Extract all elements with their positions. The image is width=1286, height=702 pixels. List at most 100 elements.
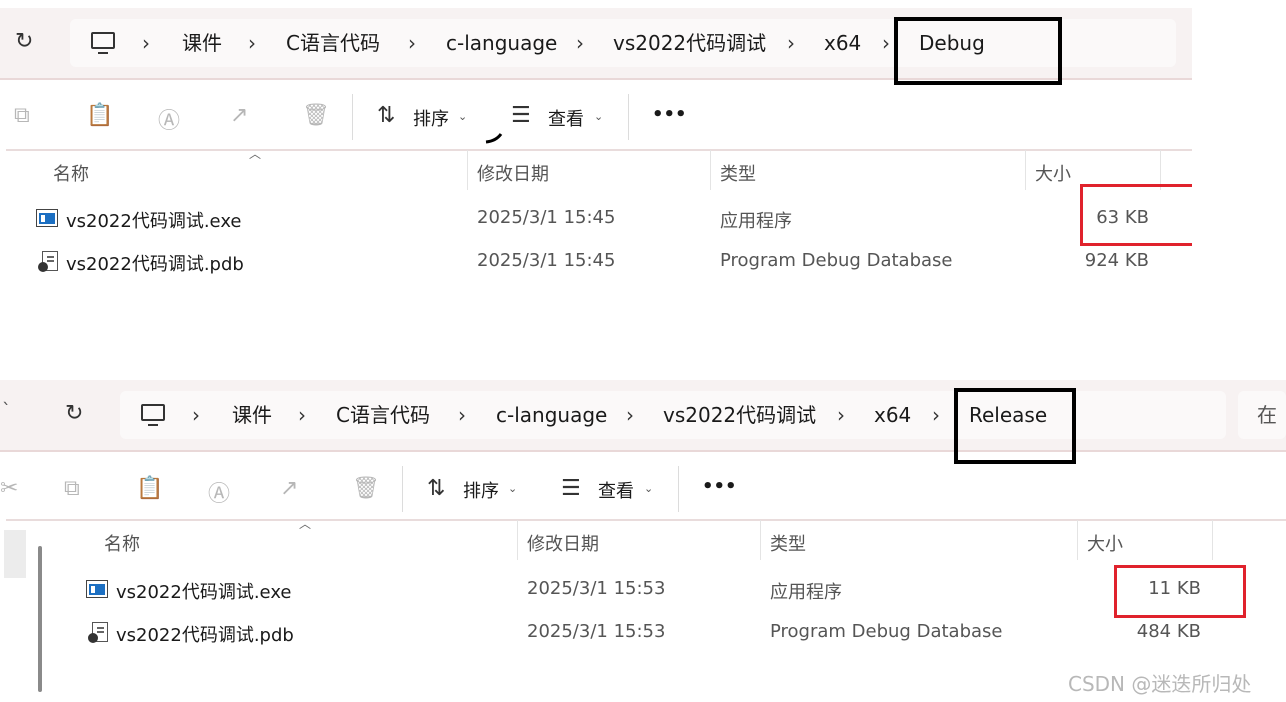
- divider: [0, 450, 1286, 452]
- toolbar-divider: [352, 94, 353, 140]
- size-highlight-box: [1114, 565, 1246, 618]
- file-date: 2025/3/1 15:53: [527, 621, 666, 642]
- breadcrumb-item-1[interactable]: C语言代码: [336, 391, 430, 439]
- file-date: 2025/3/1 15:45: [477, 207, 616, 228]
- column-header-date[interactable]: 修改日期: [477, 160, 549, 186]
- more-options-button[interactable]: •••: [652, 104, 687, 125]
- chevron-right-icon[interactable]: ›: [932, 391, 940, 439]
- chevron-right-icon[interactable]: ›: [408, 19, 416, 67]
- file-name[interactable]: vs2022代码调试.exe: [66, 207, 242, 233]
- toolbar-divider: [678, 466, 679, 512]
- folder-highlight-box: [954, 388, 1076, 464]
- more-options-button[interactable]: •••: [702, 476, 737, 497]
- paste-icon[interactable]: 📋: [86, 103, 113, 128]
- column-header-name[interactable]: 名称: [104, 530, 140, 556]
- view-button[interactable]: 查看: [598, 477, 634, 503]
- column-divider[interactable]: [1212, 520, 1213, 560]
- rename-icon[interactable]: Ⓐ: [158, 103, 180, 135]
- rename-icon[interactable]: Ⓐ: [208, 476, 230, 508]
- column-divider[interactable]: [760, 520, 761, 560]
- view-icon[interactable]: ☰: [561, 476, 581, 501]
- this-pc-icon[interactable]: [141, 404, 165, 426]
- file-size: 924 KB: [1084, 250, 1149, 271]
- chevron-right-icon[interactable]: ›: [882, 19, 890, 67]
- file-name[interactable]: vs2022代码调试.exe: [116, 578, 292, 604]
- this-pc-icon[interactable]: [91, 32, 115, 54]
- size-highlight-box: [1080, 184, 1192, 246]
- copy-icon[interactable]: ⧉: [64, 476, 80, 501]
- chevron-right-icon[interactable]: ›: [248, 19, 256, 67]
- paste-icon[interactable]: 📋: [136, 476, 163, 501]
- column-header-name[interactable]: 名称: [53, 160, 89, 186]
- up-arrow-fragment-icon[interactable]: ˋ: [2, 400, 11, 421]
- chevron-right-icon[interactable]: ›: [576, 19, 584, 67]
- sort-button[interactable]: 排序: [413, 105, 449, 131]
- file-date: 2025/3/1 15:45: [477, 250, 616, 271]
- breadcrumb-item-2[interactable]: c-language: [446, 19, 557, 67]
- column-divider[interactable]: [710, 150, 711, 190]
- sort-button[interactable]: 排序: [463, 477, 499, 503]
- chevron-down-icon[interactable]: ⌄: [508, 482, 517, 495]
- column-header-type[interactable]: 类型: [720, 160, 756, 186]
- refresh-icon[interactable]: ↻: [65, 401, 83, 426]
- column-divider[interactable]: [517, 520, 518, 560]
- file-type: Program Debug Database: [770, 621, 1003, 642]
- delete-icon[interactable]: 🗑: [352, 476, 380, 501]
- chevron-down-icon[interactable]: ⌄: [594, 110, 603, 123]
- chevron-right-icon[interactable]: ›: [298, 391, 306, 439]
- column-header-size[interactable]: 大小: [1087, 530, 1123, 556]
- search-placeholder[interactable]: 在: [1257, 391, 1277, 439]
- breadcrumb-item-4[interactable]: x64: [824, 19, 861, 67]
- chevron-right-icon[interactable]: ›: [192, 391, 200, 439]
- refresh-icon[interactable]: ↻: [15, 29, 33, 54]
- file-name[interactable]: vs2022代码调试.pdb: [116, 621, 294, 647]
- chevron-right-icon[interactable]: ›: [787, 19, 795, 67]
- share-icon[interactable]: ↗: [230, 103, 248, 128]
- breadcrumb-item-1[interactable]: C语言代码: [286, 19, 380, 67]
- column-header-date[interactable]: 修改日期: [527, 530, 599, 556]
- share-icon[interactable]: ↗: [280, 476, 298, 501]
- view-icon[interactable]: ☰: [511, 103, 531, 128]
- sort-ascending-icon: ︿: [249, 147, 262, 161]
- column-divider[interactable]: [467, 150, 468, 190]
- cut-icon[interactable]: ✂: [0, 476, 18, 501]
- column-divider[interactable]: [1077, 520, 1078, 560]
- column-header-size[interactable]: 大小: [1035, 160, 1071, 186]
- breadcrumb-item-0[interactable]: 课件: [232, 391, 272, 439]
- folder-highlight-box: [894, 17, 1062, 85]
- view-button[interactable]: 查看: [548, 105, 584, 131]
- divider: [6, 149, 1192, 151]
- exe-icon: [36, 209, 58, 227]
- delete-icon[interactable]: 🗑: [302, 103, 330, 128]
- breadcrumb-item-0[interactable]: 课件: [182, 19, 222, 67]
- sort-icon[interactable]: ⇅: [377, 103, 395, 128]
- divider: [6, 519, 1286, 521]
- scrollbar-thumb[interactable]: [38, 546, 42, 692]
- chevron-right-icon[interactable]: ›: [626, 391, 634, 439]
- release-explorer-window: ˋ ↻ 在 › 课件 › C语言代码 › c-language › vs2022…: [0, 372, 1286, 702]
- column-divider[interactable]: [1025, 150, 1026, 190]
- file-name[interactable]: vs2022代码调试.pdb: [66, 250, 244, 276]
- file-type: 应用程序: [720, 211, 792, 232]
- chevron-right-icon[interactable]: ›: [837, 391, 845, 439]
- column-header-type[interactable]: 类型: [770, 530, 806, 556]
- chevron-down-icon[interactable]: ⌄: [458, 110, 467, 123]
- chevron-right-icon[interactable]: ›: [142, 19, 150, 67]
- breadcrumb-item-3[interactable]: vs2022代码调试: [663, 391, 816, 439]
- file-type: 应用程序: [770, 582, 842, 603]
- sort-ascending-icon: ︿: [299, 517, 312, 531]
- chevron-down-icon[interactable]: ⌄: [644, 482, 653, 495]
- scrollbar-track[interactable]: [4, 530, 26, 578]
- sort-icon[interactable]: ⇅: [427, 476, 445, 501]
- file-type: Program Debug Database: [720, 250, 953, 271]
- pen-stroke-mark: [485, 133, 503, 144]
- debug-explorer-window: ↻ › 课件 › C语言代码 › c-language › vs2022代码调试…: [0, 0, 1192, 370]
- copy-icon[interactable]: ⧉: [14, 103, 30, 128]
- breadcrumb-item-4[interactable]: x64: [874, 391, 911, 439]
- watermark: CSDN @迷迭所归处: [1068, 672, 1252, 696]
- file-date: 2025/3/1 15:53: [527, 578, 666, 599]
- breadcrumb-item-2[interactable]: c-language: [496, 391, 607, 439]
- breadcrumb-item-3[interactable]: vs2022代码调试: [613, 19, 766, 67]
- exe-icon: [86, 580, 108, 598]
- chevron-right-icon[interactable]: ›: [458, 391, 466, 439]
